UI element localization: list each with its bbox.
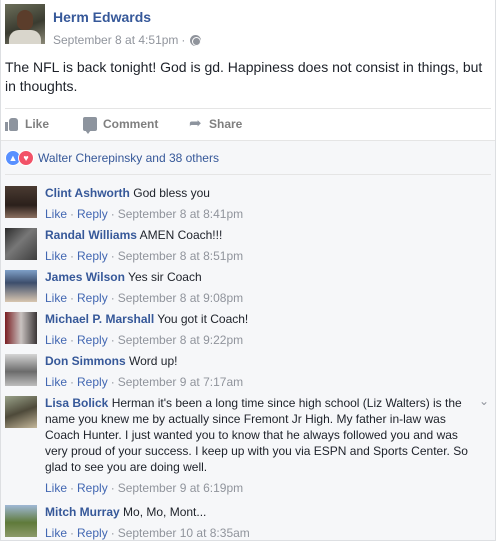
comment-reply-link[interactable]: Reply (77, 481, 108, 495)
like-button[interactable]: Like (5, 112, 85, 136)
share-arrow-icon (189, 114, 203, 132)
comment-like-link[interactable]: Like (45, 526, 67, 540)
comment-text: You got it Coach! (157, 312, 249, 326)
commenter-avatar[interactable] (5, 505, 37, 537)
share-label: Share (209, 117, 243, 131)
thumbs-up-icon (5, 117, 19, 131)
commenter-avatar[interactable] (5, 396, 37, 428)
link-separator: · (70, 526, 75, 540)
comment-reply-link[interactable]: Reply (77, 526, 108, 540)
comment-text: Word up! (129, 354, 178, 368)
comment-item: James Wilson Yes sir Coach Like · Reply · Se… (5, 268, 493, 306)
action-bar: Like Comment Share (5, 112, 269, 136)
commenter-name[interactable]: Clint Ashworth (45, 186, 130, 200)
comment-button[interactable]: Comment (83, 112, 189, 136)
commenter-avatar[interactable] (5, 312, 37, 344)
link-separator: · (110, 291, 115, 305)
comment-reply-link[interactable]: Reply (77, 333, 108, 347)
author-name[interactable]: Herm Edwards (53, 9, 151, 25)
link-separator: · (70, 291, 75, 305)
commenter-name[interactable]: Lisa Bolick (45, 396, 108, 410)
commenter-avatar[interactable] (5, 228, 37, 260)
link-separator: · (110, 375, 115, 389)
comment-item: Lisa Bolick Herman it's been a long time… (5, 394, 493, 495)
comment-timestamp[interactable]: September 8 at 9:22pm (118, 333, 243, 347)
link-separator: · (110, 333, 115, 347)
commenter-avatar[interactable] (5, 270, 37, 302)
commenter-name[interactable]: Michael P. Marshall (45, 312, 154, 326)
commenter-avatar[interactable] (5, 354, 37, 386)
link-separator: · (110, 481, 115, 495)
comment-item: Mitch Murray Mo, Mo, Mont... Like · Reply ·… (5, 503, 493, 540)
post-timestamp[interactable]: September 8 at 4:51pm (53, 33, 178, 47)
post-header: Herm Edwards September 8 at 4:51pm · (5, 4, 493, 48)
comment-reply-link[interactable]: Reply (77, 375, 108, 389)
post-text: The NFL is back tonight! God is gd. Happ… (5, 59, 483, 94)
link-separator: · (110, 526, 115, 540)
comment-item: Michael P. Marshall You got it Coach! Li… (5, 310, 493, 348)
comment-item: Randal Williams AMEN Coach!!! Like · Reply… (5, 226, 493, 264)
link-separator: · (70, 207, 75, 221)
comment-text: Herman it's been a long time since high … (45, 396, 468, 474)
comment-like-link[interactable]: Like (45, 207, 67, 221)
comment-timestamp[interactable]: September 8 at 8:51pm (118, 249, 243, 263)
comment-reply-link[interactable]: Reply (77, 291, 108, 305)
comment-like-link[interactable]: Like (45, 291, 67, 305)
meta-separator: · (181, 33, 186, 47)
commenter-name[interactable]: Randal Williams (45, 228, 137, 242)
comment-like-link[interactable]: Like (45, 481, 67, 495)
comment-reply-link[interactable]: Reply (77, 249, 108, 263)
commenter-name[interactable]: Mitch Murray (45, 505, 120, 519)
comment-text: AMEN Coach!!! (139, 228, 223, 242)
link-separator: · (70, 481, 75, 495)
comment-text: Mo, Mo, Mont... (123, 505, 207, 519)
comment-like-link[interactable]: Like (45, 375, 67, 389)
commenter-avatar[interactable] (5, 186, 37, 218)
comment-item: Don Simmons Word up! Like · Reply · Septembe… (5, 352, 493, 390)
link-separator: · (70, 333, 75, 347)
comment-label: Comment (103, 117, 159, 131)
link-separator: · (110, 249, 115, 263)
share-button[interactable]: Share (189, 112, 269, 136)
author-avatar[interactable] (5, 4, 45, 44)
divider (5, 108, 491, 109)
post-meta: September 8 at 4:51pm · (53, 33, 202, 47)
link-separator: · (110, 207, 115, 221)
link-separator: · (70, 249, 75, 263)
comment-item: Clint Ashworth God bless you Like · Reply ·… (5, 184, 493, 222)
reactions-names[interactable]: Walter Cherepinsky and 38 others (38, 151, 219, 165)
comment-reply-link[interactable]: Reply (77, 207, 108, 221)
divider (5, 174, 491, 175)
speech-bubble-icon (83, 117, 97, 134)
link-separator: · (70, 375, 75, 389)
globe-icon[interactable] (190, 34, 202, 46)
post-card: Herm Edwards September 8 at 4:51pm · The… (0, 0, 496, 541)
like-label: Like (25, 117, 50, 131)
comment-timestamp[interactable]: September 8 at 8:41pm (118, 207, 243, 221)
comment-like-link[interactable]: Like (45, 333, 67, 347)
comment-timestamp[interactable]: September 9 at 7:17am (118, 375, 243, 389)
reactions-summary[interactable]: ▲ ♥ Walter Cherepinsky and 38 others (5, 150, 219, 166)
commenter-name[interactable]: Don Simmons (45, 354, 126, 368)
comment-text: God bless you (133, 186, 210, 200)
heart-reaction-icon: ♥ (18, 150, 34, 166)
comment-timestamp[interactable]: September 9 at 6:19pm (118, 481, 243, 495)
comment-timestamp[interactable]: September 8 at 9:08pm (118, 291, 243, 305)
commenter-name[interactable]: James Wilson (45, 270, 125, 284)
comment-like-link[interactable]: Like (45, 249, 67, 263)
chevron-down-icon[interactable]: ⌄ (479, 394, 489, 408)
comment-timestamp[interactable]: September 10 at 8:35am (118, 526, 250, 540)
comment-text: Yes sir Coach (128, 270, 202, 284)
